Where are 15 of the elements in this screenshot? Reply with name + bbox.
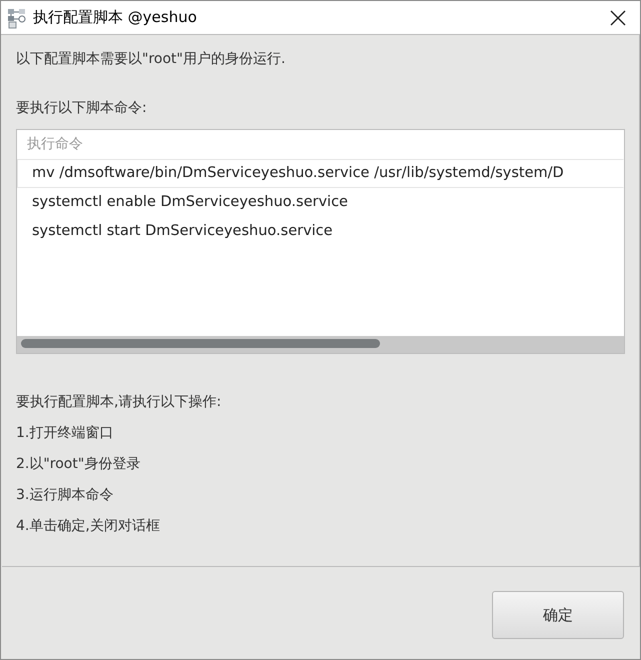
instruction-text: 4.单击确定,关闭对话框 — [16, 517, 161, 536]
app-icon — [7, 6, 27, 28]
command-row[interactable]: systemctl start DmServiceyeshuo.service — [17, 217, 624, 246]
ok-button[interactable]: 确定 — [492, 591, 624, 639]
command-row[interactable]: systemctl enable DmServiceyeshuo.service — [17, 188, 624, 217]
instruction-text: 3.运行脚本命令 — [16, 486, 114, 505]
instruction-text: 1.打开终端窗口 — [16, 424, 114, 443]
instruction-text: 要执行配置脚本,请执行以下操作: — [16, 393, 222, 412]
command-row[interactable]: mv /dmsoftware/bin/DmServiceyeshuo.service /usr/lib/systemd/system/D — [17, 159, 624, 188]
commands-label: 要执行以下脚本命令: — [16, 99, 148, 118]
intro-text: 以下配置脚本需要以"root"用户的身份运行. — [16, 50, 286, 69]
column-header: 执行命令 — [26, 135, 84, 154]
window-title: 执行配置脚本 @yeshuo — [33, 7, 198, 28]
horizontal-scrollbar[interactable] — [17, 336, 624, 353]
instruction-text: 2.以"root"身份登录 — [16, 455, 142, 474]
